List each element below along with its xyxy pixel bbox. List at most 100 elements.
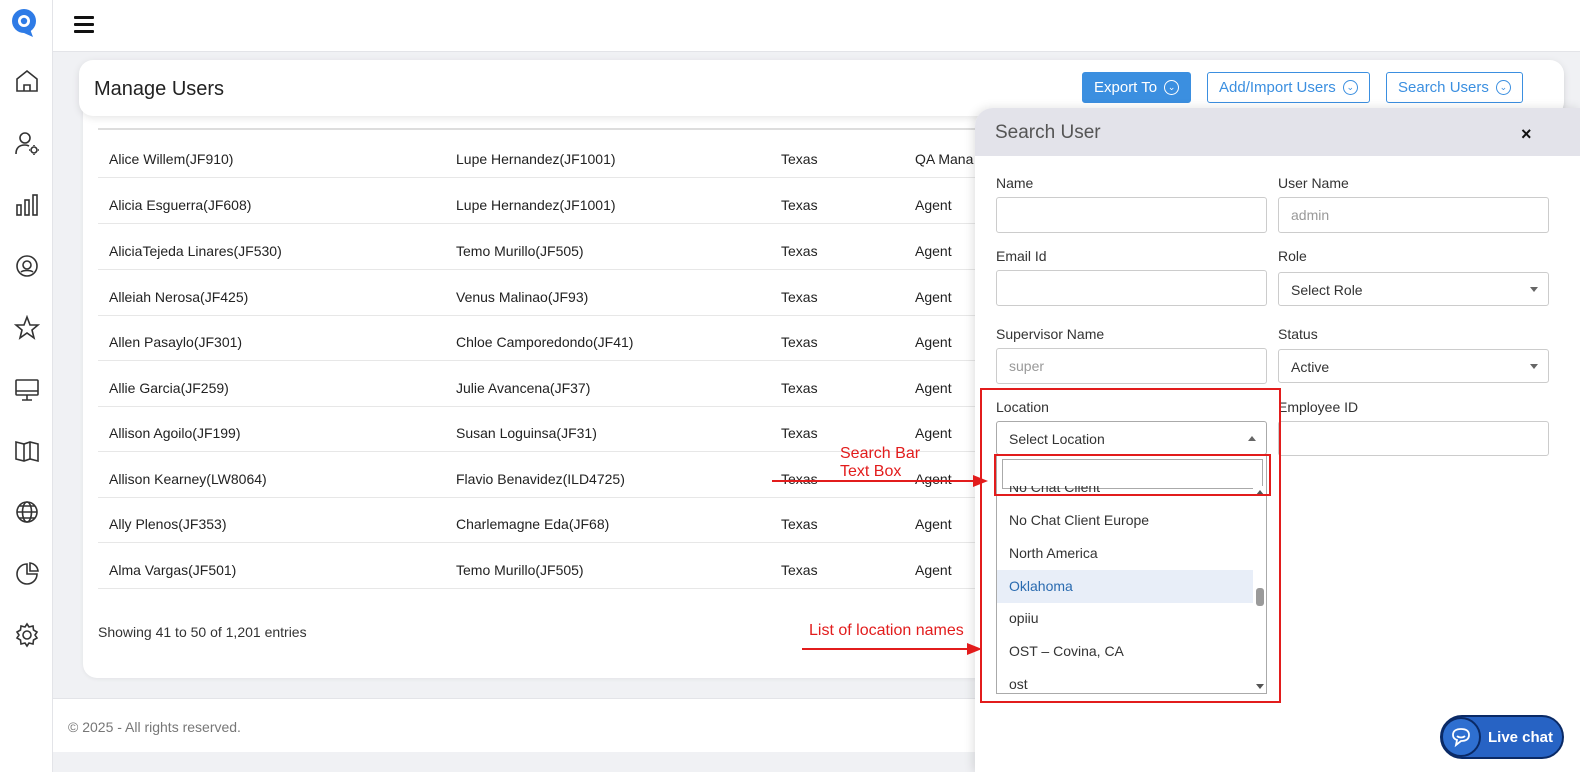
- cell-name: Allen Pasaylo(JF301): [109, 334, 243, 350]
- cell-location: Texas: [781, 151, 818, 167]
- table-header-divider: [98, 128, 998, 130]
- email-input[interactable]: [996, 270, 1267, 306]
- cell-name: Alleiah Nerosa(JF425): [109, 289, 249, 305]
- cell-supervisor: Flavio Benavidez(ILD4725): [456, 471, 625, 487]
- name-label: Name: [996, 175, 1034, 191]
- search-users-label: Search Users: [1398, 79, 1489, 96]
- user-settings-icon[interactable]: [14, 130, 40, 156]
- cell-name: Alicia Esguerra(JF608): [109, 197, 252, 213]
- table-row[interactable]: Alleiah Nerosa(JF425) Venus Malinao(JF93)…: [98, 270, 998, 316]
- list-arrow: [802, 643, 982, 655]
- cell-supervisor: Temo Murillo(JF505): [456, 562, 584, 578]
- add-import-users-label: Add/Import Users: [1219, 79, 1336, 96]
- name-input[interactable]: [996, 197, 1267, 233]
- username-label: User Name: [1278, 175, 1349, 191]
- cell-location: Texas: [781, 516, 818, 532]
- table-row[interactable]: Allen Pasaylo(JF301) Chloe Camporedondo(J…: [98, 315, 998, 361]
- status-select[interactable]: Active: [1278, 349, 1549, 383]
- pagination-info: Showing 41 to 50 of 1,201 entries: [98, 624, 307, 640]
- supervisor-label: Supervisor Name: [996, 326, 1105, 342]
- cell-role: Agent: [915, 380, 952, 396]
- cell-location: Texas: [781, 289, 818, 305]
- globe-icon[interactable]: [14, 499, 40, 525]
- role-select-value: Select Role: [1291, 282, 1363, 298]
- table-row[interactable]: Ally Plenos(JF353) Charlemagne Eda(JF68) T…: [98, 497, 998, 543]
- cell-supervisor: Lupe Hernandez(JF1001): [456, 197, 616, 213]
- copyright-text: © 2025 - All rights reserved.: [68, 719, 241, 735]
- book-icon[interactable]: [14, 438, 40, 464]
- export-to-label: Export To: [1094, 79, 1158, 96]
- list-annotation: List of location names: [809, 622, 964, 639]
- username-input[interactable]: [1278, 197, 1549, 233]
- cell-supervisor: Chloe Camporedondo(JF41): [456, 334, 634, 350]
- table-row[interactable]: Alicia Esguerra(JF608) Lupe Hernandez(JF1…: [98, 178, 998, 224]
- top-header: [53, 0, 1580, 52]
- pie-chart-icon[interactable]: [14, 561, 40, 587]
- cell-role: QA Mana: [915, 151, 974, 167]
- panel-title: Search User: [995, 122, 1101, 143]
- cell-location: Texas: [781, 334, 818, 350]
- search-bar-arrow: [772, 475, 988, 487]
- chat-bubble-icon: [1441, 717, 1481, 757]
- cell-role: Agent: [915, 562, 952, 578]
- table-row[interactable]: Alma Vargas(JF501) Temo Murillo(JF505) Tex…: [98, 543, 998, 589]
- gear-icon[interactable]: [14, 622, 40, 648]
- cell-role: Agent: [915, 516, 952, 532]
- table-row[interactable]: Allie Garcia(JF259) Julie Avancena(JF37) T…: [98, 361, 998, 407]
- home-icon[interactable]: [14, 68, 40, 94]
- cell-supervisor: Temo Murillo(JF505): [456, 243, 584, 259]
- cell-name: Allison Agoilo(JF199): [109, 425, 241, 441]
- cell-role: Agent: [915, 425, 952, 441]
- cell-name: Allison Kearney(LW8064): [109, 471, 267, 487]
- cell-supervisor: Charlemagne Eda(JF68): [456, 516, 610, 532]
- chevron-down-icon: ⌄: [1342, 80, 1358, 95]
- cell-supervisor: Susan Loguinsa(JF31): [456, 425, 597, 441]
- cell-location: Texas: [781, 562, 818, 578]
- cell-location: Texas: [781, 197, 818, 213]
- supervisor-input[interactable]: [996, 348, 1267, 384]
- hamburger-menu-icon[interactable]: [74, 16, 94, 34]
- cell-name: Allie Garcia(JF259): [109, 380, 229, 396]
- live-chat-button[interactable]: Live chat: [1440, 715, 1564, 759]
- cell-supervisor: Julie Avancena(JF37): [456, 380, 591, 396]
- cell-role: Agent: [915, 197, 952, 213]
- cell-supervisor: Lupe Hernandez(JF1001): [456, 151, 616, 167]
- add-import-users-button[interactable]: Add/Import Users ⌄: [1207, 72, 1370, 103]
- cell-location: Texas: [781, 380, 818, 396]
- live-chat-label: Live chat: [1488, 728, 1554, 746]
- export-to-button[interactable]: Export To ⌄: [1082, 72, 1192, 103]
- status-select-value: Active: [1291, 359, 1330, 375]
- location-highlight-box: [980, 388, 1281, 703]
- headset-icon[interactable]: [14, 253, 40, 279]
- table-row[interactable]: Alice Willem(JF910) Lupe Hernandez(JF1001…: [98, 132, 998, 178]
- bar-chart-icon[interactable]: [14, 192, 40, 218]
- star-icon[interactable]: [13, 314, 41, 341]
- cell-role: Agent: [915, 289, 952, 305]
- cell-name: Alice Willem(JF910): [109, 151, 234, 167]
- panel-header: Search User ×: [975, 108, 1580, 156]
- sidebar: [0, 0, 53, 772]
- cell-role: Agent: [915, 243, 952, 259]
- cell-supervisor: Venus Malinao(JF93): [456, 289, 589, 305]
- cell-name: Alma Vargas(JF501): [109, 562, 237, 578]
- logo-icon: [12, 9, 36, 37]
- cell-location: Texas: [781, 243, 818, 259]
- cell-role: Agent: [915, 334, 952, 350]
- monitor-icon[interactable]: [14, 377, 40, 403]
- table-row[interactable]: AliciaTejeda Linares(JF530) Temo Murillo(…: [98, 224, 998, 270]
- status-label: Status: [1278, 326, 1318, 342]
- role-select[interactable]: Select Role: [1278, 272, 1549, 306]
- cell-location: Texas: [781, 425, 818, 441]
- cell-name: AliciaTejeda Linares(JF530): [109, 243, 282, 259]
- employee-id-input[interactable]: [1278, 421, 1549, 456]
- chevron-down-icon: ⌄: [1164, 80, 1180, 95]
- cell-name: Ally Plenos(JF353): [109, 516, 227, 532]
- employee-id-label: Employee ID: [1278, 399, 1359, 415]
- page-title: Manage Users: [94, 78, 225, 100]
- close-icon[interactable]: ×: [1521, 124, 1532, 145]
- email-label: Email Id: [996, 248, 1047, 264]
- caret-down-icon: [1530, 287, 1538, 292]
- search-users-button[interactable]: Search Users ⌄: [1386, 72, 1523, 103]
- search-bar-highlight-box: [994, 454, 1271, 496]
- chevron-down-icon: ⌄: [1495, 80, 1511, 95]
